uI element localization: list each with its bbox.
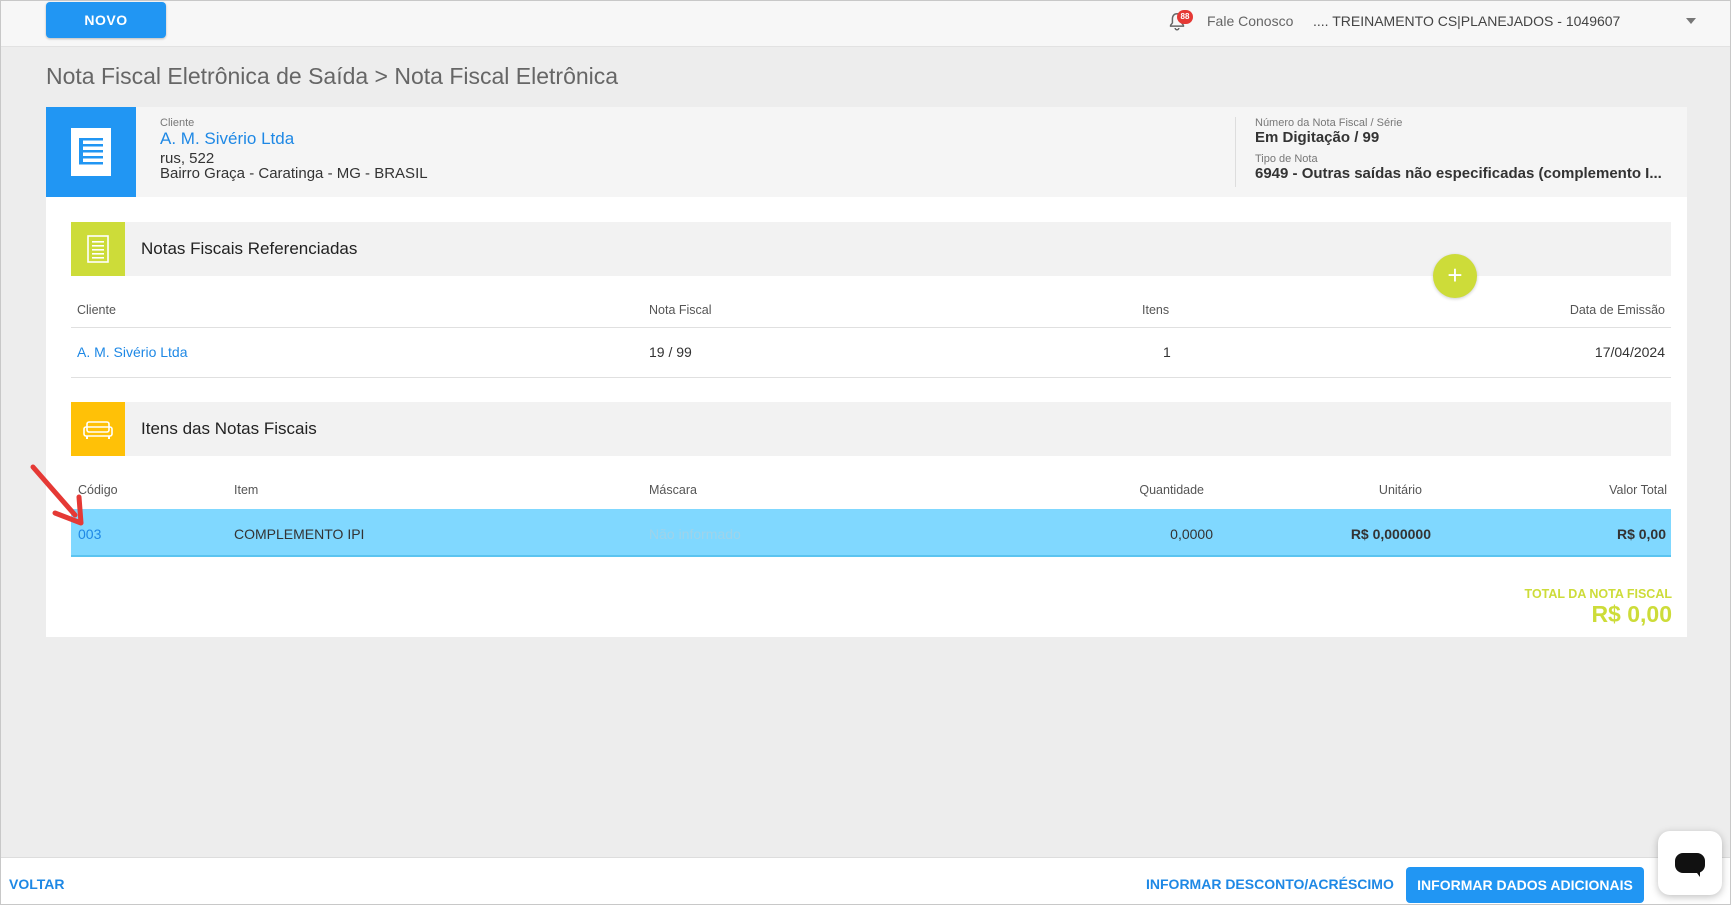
ref-nota: 19 / 99 xyxy=(649,344,692,360)
sofa-icon-box xyxy=(71,402,125,456)
list-icon xyxy=(87,235,109,263)
total-label: TOTAL DA NOTA FISCAL xyxy=(1524,587,1672,601)
list-icon-box xyxy=(71,222,125,276)
total-value: R$ 0,00 xyxy=(1591,601,1672,627)
tipo-value: 6949 - Outras saídas não especificadas (… xyxy=(1255,165,1662,182)
ref-cliente-link[interactable]: A. M. Sivério Ltda xyxy=(77,344,188,360)
cliente-name-link[interactable]: A. M. Sivério Ltda xyxy=(160,129,294,149)
cliente-label: Cliente xyxy=(160,117,195,129)
col-header-quantidade: Quantidade xyxy=(1139,483,1204,497)
bottom-bar: VOLTAR INFORMAR DESCONTO/ACRÉSCIMO INFOR… xyxy=(1,857,1730,904)
novo-button[interactable]: NOVO xyxy=(46,2,166,38)
add-referenciada-button[interactable]: + xyxy=(1433,254,1477,298)
col-header-nota-fiscal: Nota Fiscal xyxy=(649,303,712,317)
item-valor-total: R$ 0,00 xyxy=(1616,526,1666,542)
document-icon-box xyxy=(46,107,136,197)
document-icon xyxy=(71,128,111,176)
chat-button[interactable] xyxy=(1658,831,1722,895)
col-header-cliente: Cliente xyxy=(77,303,116,317)
tipo-label: Tipo de Nota xyxy=(1255,153,1318,165)
caret-down-icon[interactable] xyxy=(1686,18,1696,24)
section-title-referenciadas: Notas Fiscais Referenciadas xyxy=(141,239,358,258)
row-separator xyxy=(71,377,1671,378)
header-separator xyxy=(71,327,1671,328)
col-header-item: Item xyxy=(234,483,259,497)
ref-data: 17/04/2024 xyxy=(1594,344,1665,360)
chat-icon xyxy=(1675,853,1705,873)
informar-desconto-button[interactable]: INFORMAR DESCONTO/ACRÉSCIMO xyxy=(1146,876,1394,892)
item-codigo-link[interactable]: 003 xyxy=(78,526,101,542)
notification-badge: 88 xyxy=(1177,10,1193,24)
col-header-data-emissao: Data de Emissão xyxy=(1569,303,1665,317)
chat-icon-tail xyxy=(1694,869,1700,877)
section-referenciadas: Notas Fiscais Referenciadas xyxy=(71,222,1671,276)
fale-conosco-link[interactable]: Fale Conosco xyxy=(1207,13,1293,29)
table-row-selected[interactable]: 003 COMPLEMENTO IPI Não informado 0,0000… xyxy=(71,509,1671,557)
numero-value: Em Digitação / 99 xyxy=(1255,129,1380,146)
top-bar: NOVO 88 Fale Conosco .... TREINAMENTO CS… xyxy=(1,1,1730,47)
informar-dados-adicionais-button[interactable]: INFORMAR DADOS ADICIONAIS xyxy=(1406,867,1644,903)
section-title-itens: Itens das Notas Fiscais xyxy=(141,419,317,438)
col-header-unitario: Unitário xyxy=(1378,483,1422,497)
breadcrumb: Nota Fiscal Eletrônica de Saída > Nota F… xyxy=(46,63,619,89)
voltar-button[interactable]: VOLTAR xyxy=(9,876,64,892)
invoice-header-card: Cliente A. M. Sivério Ltda rus, 522 Bair… xyxy=(46,107,1687,197)
section-itens: Itens das Notas Fiscais xyxy=(71,402,1671,456)
address-line-2: Bairro Graça - Caratinga - MG - BRASIL xyxy=(160,165,428,182)
plus-icon: + xyxy=(1447,260,1463,290)
item-quantidade: 0,0000 xyxy=(1170,526,1213,542)
col-header-valor-total: Valor Total xyxy=(1609,483,1667,497)
item-mascara: Não informado xyxy=(649,526,741,542)
ref-itens: 1 xyxy=(1163,344,1171,360)
item-unitario: R$ 0,000000 xyxy=(1350,526,1431,542)
sofa-icon xyxy=(83,421,113,439)
company-selector[interactable]: .... TREINAMENTO CS|PLANEJADOS - 1049607 xyxy=(1313,13,1620,29)
col-header-mascara: Máscara xyxy=(649,483,697,497)
main-panel: Notas Fiscais Referenciadas + Cliente No… xyxy=(46,197,1687,637)
item-name: COMPLEMENTO IPI xyxy=(234,526,365,542)
header-divider xyxy=(1235,117,1236,187)
numero-label: Número da Nota Fiscal / Série xyxy=(1255,117,1403,129)
arrow-annotation-icon xyxy=(30,464,84,526)
col-header-itens: Itens xyxy=(1142,303,1170,317)
